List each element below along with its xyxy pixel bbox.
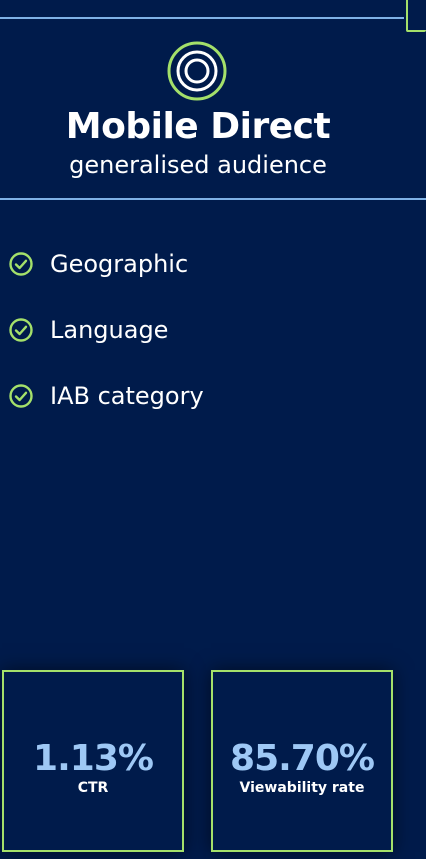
corner-frame — [406, 0, 426, 32]
concentric-circles-icon — [167, 41, 227, 101]
feature-label: IAB category — [50, 382, 204, 410]
ctr-stat-box: 1.13% CTR — [2, 670, 184, 852]
viewability-label: Viewability rate — [239, 780, 365, 796]
feature-label: Geographic — [50, 250, 189, 278]
check-circle-icon — [9, 318, 33, 342]
check-circle-icon — [9, 384, 33, 408]
ctr-label: CTR — [77, 780, 109, 796]
mobile-direct-card: Mobile Direct generalised audience Geogr… — [0, 0, 426, 859]
page-subtitle: generalised audience — [69, 151, 327, 179]
header-divider — [0, 198, 426, 200]
ctr-value: 1.13% — [33, 738, 154, 779]
list-item: Geographic — [8, 246, 188, 282]
viewability-value: 85.70% — [230, 738, 375, 779]
viewability-stat-box: 85.70% Viewability rate — [211, 670, 393, 852]
list-item: Language — [8, 312, 168, 348]
feature-label: Language — [50, 316, 169, 344]
top-divider — [0, 17, 404, 19]
list-item: IAB category — [8, 378, 204, 414]
check-circle-icon — [9, 252, 33, 276]
page-title: Mobile Direct — [65, 106, 331, 147]
